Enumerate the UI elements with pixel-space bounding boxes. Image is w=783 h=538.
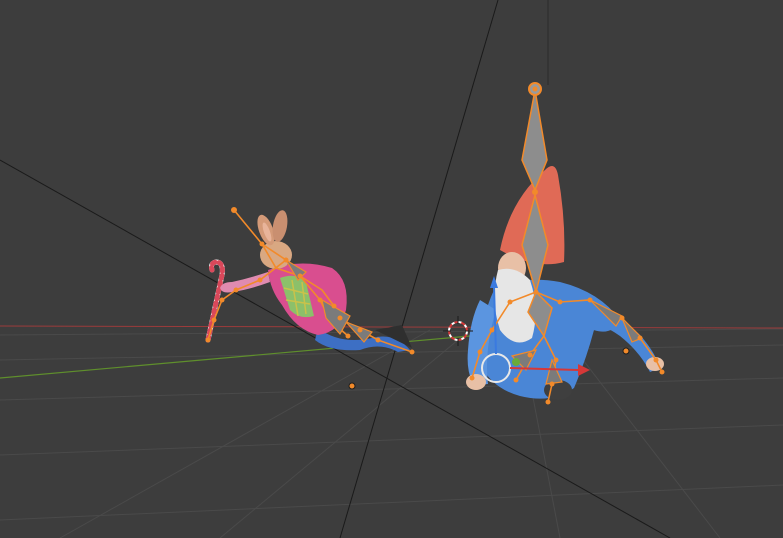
gnome-character[interactable] — [466, 82, 665, 405]
viewport-canvas[interactable] — [0, 0, 783, 538]
floor-grid — [0, 328, 783, 538]
object-origin-marker[interactable] — [348, 382, 356, 390]
3d-viewport[interactable] — [0, 0, 783, 538]
object-origin-marker[interactable] — [622, 347, 630, 355]
camera-frustum-line — [339, 0, 499, 538]
rabbit-character[interactable] — [205, 207, 415, 355]
